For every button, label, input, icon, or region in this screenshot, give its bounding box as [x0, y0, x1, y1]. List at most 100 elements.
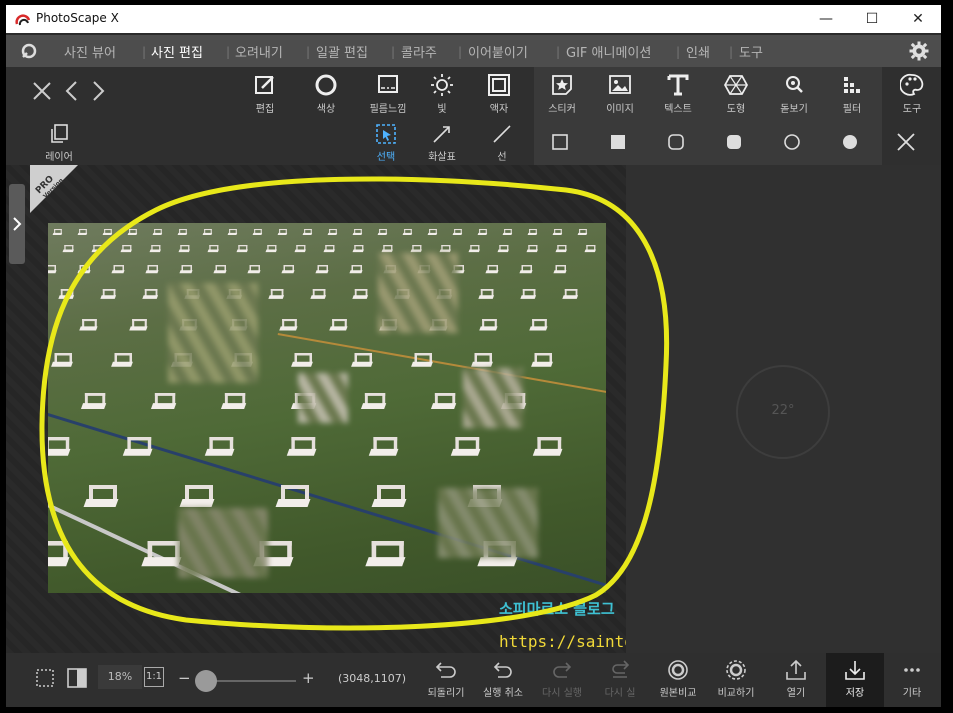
menu-collage[interactable]: 콜라주	[401, 42, 437, 61]
redo-button[interactable]: 다시 실행	[534, 659, 590, 705]
side-panel-toggle[interactable]	[9, 184, 25, 264]
chair	[85, 485, 121, 517]
title-bar[interactable]: PhotoScape X — ☐ ✕	[6, 5, 941, 33]
zoom-actual-size-button[interactable]: 1:1	[144, 667, 164, 687]
square-filled-icon[interactable]	[608, 132, 628, 152]
chair	[103, 229, 113, 238]
chair	[353, 245, 365, 255]
selection-mode-icon[interactable]	[34, 667, 56, 689]
chair	[277, 485, 313, 517]
chair	[292, 353, 315, 373]
circle-outline-icon[interactable]	[782, 132, 802, 152]
chair	[112, 265, 126, 277]
menu-print[interactable]: 인쇄	[686, 42, 710, 61]
gear-icon[interactable]	[909, 41, 929, 61]
menu-gif-animation[interactable]: GIF 애니메이션	[566, 42, 651, 61]
chair	[432, 393, 458, 416]
edited-photo[interactable]	[48, 223, 606, 593]
menu-cut-out[interactable]: 오려내기	[235, 42, 283, 61]
tool-frame[interactable]: 액자	[471, 73, 527, 117]
rounded-square-filled-icon[interactable]	[724, 132, 744, 152]
menu-batch-edit[interactable]: 일괄 편집	[316, 42, 368, 61]
chair	[253, 229, 263, 238]
undo-button[interactable]: 실행 취소	[475, 659, 531, 705]
chair	[378, 229, 388, 238]
chair	[208, 245, 220, 255]
rounded-square-outline-icon[interactable]	[666, 132, 686, 152]
close-button[interactable]: ✕	[895, 5, 941, 33]
next-icon[interactable]	[88, 79, 108, 103]
zoom-out-button[interactable]: −	[178, 669, 191, 687]
compare-button[interactable]: 비교하기	[708, 659, 764, 705]
magnifier-icon	[786, 76, 803, 93]
layer-button[interactable]: 레이어	[34, 123, 84, 163]
chair	[353, 289, 369, 303]
square-outline-icon[interactable]	[550, 132, 570, 152]
sub-toolbar: 레이어 선택 화살표 선	[6, 119, 941, 165]
chair	[324, 245, 336, 255]
tool-select[interactable]: 선택	[361, 123, 411, 163]
redo-all-button[interactable]: 다시 실	[592, 659, 648, 705]
tool-sticker[interactable]: 스티커	[534, 73, 590, 117]
chair	[311, 289, 327, 303]
minimize-button[interactable]: —	[803, 5, 849, 33]
angle-dial[interactable]: 22°	[736, 365, 830, 459]
chair	[52, 353, 75, 373]
tool-image[interactable]: 이미지	[592, 73, 648, 117]
save-button[interactable]: 저장	[827, 659, 883, 705]
previous-icon[interactable]	[62, 79, 82, 103]
compare-original-button[interactable]: 원본비교	[650, 659, 706, 705]
chair	[362, 393, 388, 416]
tool-tools[interactable]: 도구	[884, 73, 940, 117]
revert-button[interactable]: 되돌리기	[418, 659, 474, 705]
tool-edit[interactable]: 편집	[237, 73, 293, 117]
chair	[480, 319, 499, 336]
canvas-area[interactable]: PRO Version 소피마르소 블로그 https://saintone.t…	[6, 165, 769, 653]
chair	[237, 245, 249, 255]
menu-tools[interactable]: 도구	[739, 42, 763, 61]
chair	[78, 265, 92, 277]
menu-photo-editor[interactable]: 사진 편집	[151, 42, 203, 61]
chair	[486, 265, 500, 277]
tool-magnifier[interactable]: 돋보기	[766, 73, 822, 117]
more-button[interactable]: 기타	[884, 659, 940, 705]
tool-light[interactable]: 빛	[414, 73, 470, 117]
tool-arrow[interactable]: 화살표	[417, 123, 467, 163]
chair	[178, 229, 188, 238]
tool-line[interactable]: 선	[477, 123, 527, 163]
chair	[534, 437, 565, 464]
circle-filled-icon[interactable]	[840, 132, 860, 152]
zoom-percentage-field[interactable]: 18%	[98, 665, 142, 689]
zoom-in-button[interactable]: +	[302, 669, 315, 687]
redo-all-icon	[612, 660, 630, 678]
upload-icon	[786, 659, 806, 680]
menu-combine[interactable]: 이어붙이기	[468, 42, 528, 61]
chair	[288, 437, 319, 464]
tool-color[interactable]: 색상	[298, 73, 354, 117]
open-button[interactable]: 열기	[768, 659, 824, 705]
chair	[214, 265, 228, 277]
more-dots-icon	[904, 668, 920, 672]
close-subtoolbar-icon[interactable]	[896, 132, 916, 152]
mosaic-patch	[178, 508, 268, 578]
split-view-icon[interactable]	[66, 667, 88, 689]
tool-text[interactable]: 텍스트	[650, 73, 706, 117]
home-logo-icon[interactable]	[20, 42, 38, 60]
chair	[295, 245, 307, 255]
chair	[222, 393, 248, 416]
palette-icon	[900, 73, 924, 96]
chair	[452, 437, 483, 464]
chair	[53, 229, 63, 238]
filter-icon	[844, 77, 860, 93]
menu-photo-viewer[interactable]: 사진 뷰어	[64, 42, 116, 61]
close-editor-icon[interactable]	[32, 79, 52, 103]
chair	[403, 229, 413, 238]
tool-filter[interactable]: 필터	[824, 73, 880, 117]
redo-icon	[553, 662, 572, 678]
chair	[48, 319, 49, 336]
chair	[532, 353, 555, 373]
zoom-slider-thumb[interactable]	[194, 670, 217, 692]
maximize-button[interactable]: ☐	[849, 5, 895, 33]
tool-shape[interactable]: 도형	[708, 73, 764, 117]
tool-film[interactable]: 필름느낌	[360, 73, 416, 117]
